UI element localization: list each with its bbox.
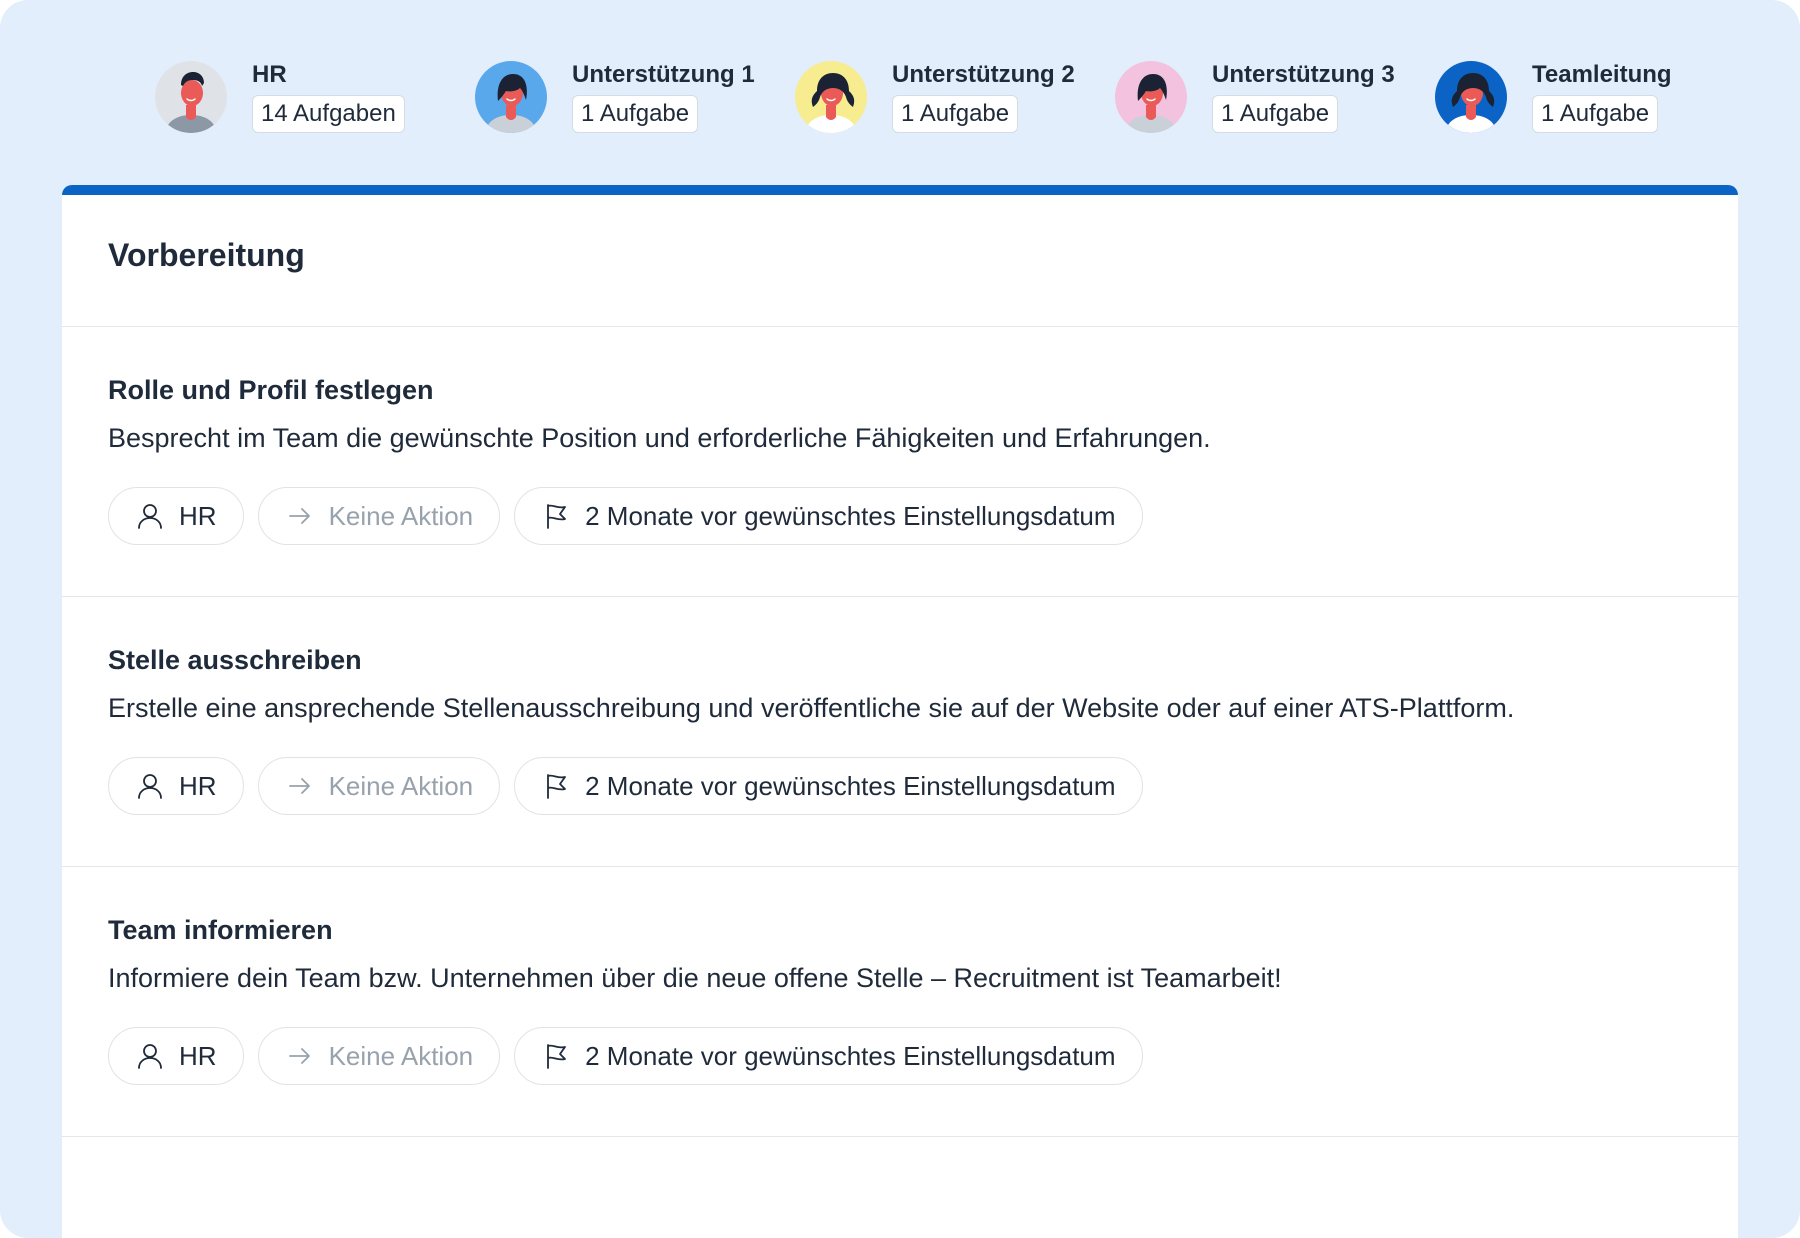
task-chips: HR Keine Aktion 2 Monate vor gewünschtes… — [108, 487, 1738, 545]
deadline-chip[interactable]: 2 Monate vor gewünschtes Einstellungsdat… — [514, 487, 1143, 545]
action-chip[interactable]: Keine Aktion — [257, 487, 501, 545]
task-item[interactable]: Stelle ausschreiben Erstelle eine anspre… — [62, 597, 1738, 867]
assignee-name: Unterstützung 2 — [892, 61, 1075, 88]
deadline-chip-label: 2 Monate vor gewünschtes Einstellungsdat… — [585, 500, 1116, 531]
action-chip-label: Keine Aktion — [328, 500, 474, 531]
assignee-chip[interactable]: HR — [108, 487, 244, 545]
avatar — [155, 60, 227, 133]
task-description: Erstelle eine ansprechende Stellenaussch… — [108, 693, 1515, 723]
app-frame: HR 14 Aufgaben Unterstützung 1 1 Aufgabe… — [0, 0, 1800, 1238]
task-title: Team informieren — [108, 915, 333, 945]
flag-icon — [541, 771, 571, 801]
deadline-chip[interactable]: 2 Monate vor gewünschtes Einstellungsdat… — [514, 1027, 1143, 1085]
assignee-name: Unterstützung 3 — [1212, 61, 1395, 88]
flag-icon — [541, 501, 571, 531]
task-title: Rolle und Profil festlegen — [108, 375, 434, 405]
assignee-chip[interactable]: HR — [108, 757, 244, 815]
avatar — [475, 60, 547, 133]
task-section-card: Vorbereitung Rolle und Profil festlegen … — [62, 185, 1738, 1238]
task-item[interactable]: Rolle und Profil festlegen Besprecht im … — [62, 327, 1738, 597]
section-title: Vorbereitung — [108, 237, 305, 273]
assignee-support-3[interactable]: Unterstützung 3 1 Aufgabe — [1115, 60, 1435, 133]
task-chips: HR Keine Aktion 2 Monate vor gewünschtes… — [108, 1027, 1738, 1085]
deadline-chip-label: 2 Monate vor gewünschtes Einstellungsdat… — [585, 770, 1116, 801]
avatar — [795, 60, 867, 133]
task-chips: HR Keine Aktion 2 Monate vor gewünschtes… — [108, 757, 1738, 815]
task-description: Besprecht im Team die gewünschte Positio… — [108, 423, 1211, 453]
task-count-badge: 1 Aufgabe — [892, 95, 1019, 133]
assignee-name: Teamleitung — [1532, 61, 1672, 88]
task-count-badge: 1 Aufgabe — [1532, 95, 1659, 133]
action-chip[interactable]: Keine Aktion — [257, 757, 501, 815]
assignee-chip-label: HR — [179, 770, 217, 801]
assignee-name: HR — [252, 61, 287, 88]
task-count-badge: 1 Aufgabe — [572, 95, 699, 133]
deadline-chip-label: 2 Monate vor gewünschtes Einstellungsdat… — [585, 1040, 1116, 1071]
task-count-badge: 14 Aufgaben — [252, 95, 405, 133]
assignee-name: Unterstützung 1 — [572, 61, 755, 88]
assignee-chip-label: HR — [179, 1040, 217, 1071]
task-title: Stelle ausschreiben — [108, 645, 362, 675]
section-header: Vorbereitung — [62, 195, 1738, 327]
deadline-chip[interactable]: 2 Monate vor gewünschtes Einstellungsdat… — [514, 757, 1143, 815]
assignee-chip[interactable]: HR — [108, 1027, 244, 1085]
user-icon — [135, 771, 165, 801]
flag-icon — [541, 1041, 571, 1071]
arrow-right-icon — [285, 501, 315, 531]
user-icon — [135, 501, 165, 531]
action-chip-label: Keine Aktion — [328, 770, 474, 801]
task-item[interactable]: Team informieren Informiere dein Team bz… — [62, 867, 1738, 1137]
task-description: Informiere dein Team bzw. Unternehmen üb… — [108, 963, 1282, 993]
assignee-team-lead[interactable]: Teamleitung 1 Aufgabe — [1435, 60, 1755, 133]
assignee-chip-label: HR — [179, 500, 217, 531]
task-count-badge: 1 Aufgabe — [1212, 95, 1339, 133]
action-chip-label: Keine Aktion — [328, 1040, 474, 1071]
arrow-right-icon — [285, 771, 315, 801]
assignee-hr[interactable]: HR 14 Aufgaben — [155, 60, 475, 133]
arrow-right-icon — [285, 1041, 315, 1071]
avatar — [1115, 60, 1187, 133]
assignee-support-1[interactable]: Unterstützung 1 1 Aufgabe — [475, 60, 795, 133]
avatar — [1435, 60, 1507, 133]
assignee-support-2[interactable]: Unterstützung 2 1 Aufgabe — [795, 60, 1115, 133]
user-icon — [135, 1041, 165, 1071]
action-chip[interactable]: Keine Aktion — [257, 1027, 501, 1085]
assignee-strip: HR 14 Aufgaben Unterstützung 1 1 Aufgabe… — [155, 60, 1755, 133]
